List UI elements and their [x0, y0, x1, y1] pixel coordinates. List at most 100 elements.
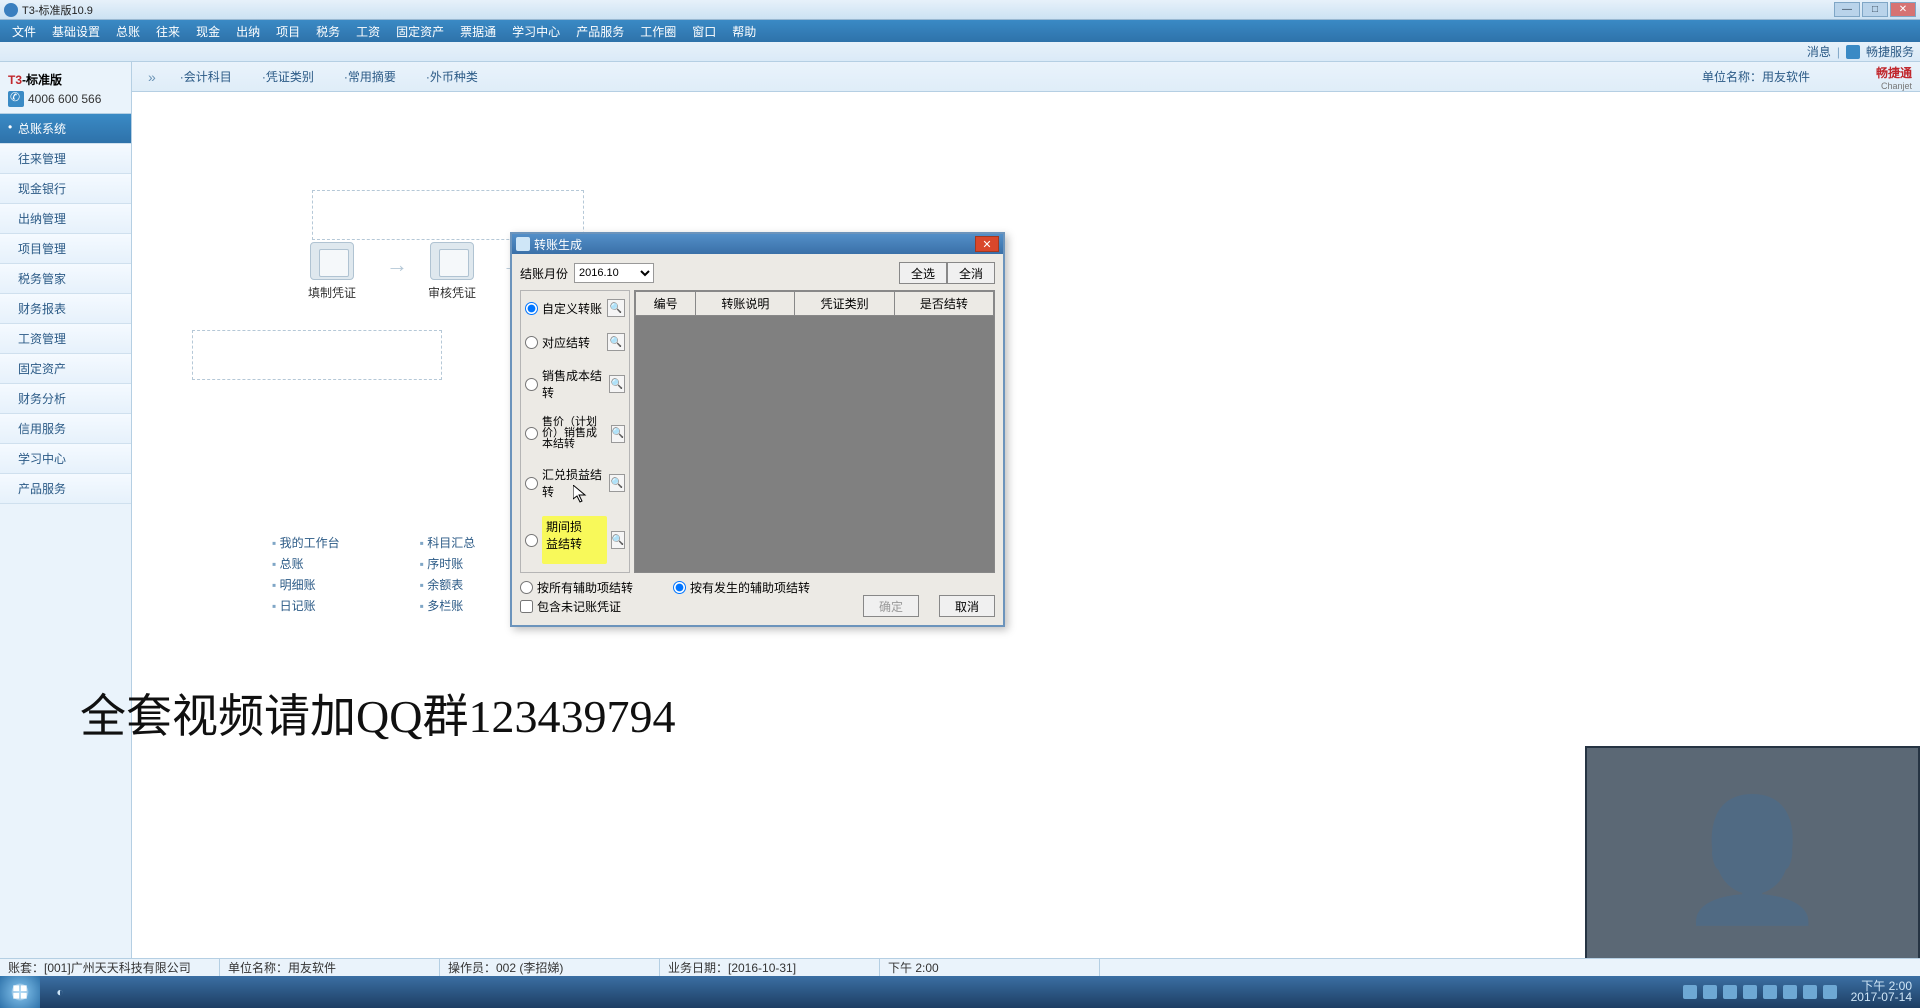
tray-icon[interactable] [1703, 985, 1717, 999]
mode-exchange[interactable]: 汇兑损益结转🔍 [525, 466, 625, 500]
document-icon [310, 242, 354, 280]
menu-fa[interactable]: 固定资产 [390, 21, 450, 42]
search-icon[interactable]: 🔍 [607, 333, 625, 351]
search-icon[interactable]: 🔍 [609, 474, 625, 492]
sidenav-credit[interactable]: 信用服务 [0, 414, 131, 444]
mode-custom[interactable]: 自定义转账🔍 [525, 299, 625, 317]
menu-workgroup[interactable]: 工作圈 [634, 21, 682, 42]
system-tray: 下午 2:002017-07-14 [1683, 981, 1920, 1003]
dialog-title: 转账生成 [534, 236, 582, 253]
cancel-button[interactable]: 取消 [939, 595, 995, 617]
tray-icon[interactable] [1803, 985, 1817, 999]
tabs-expand-icon[interactable]: » [142, 69, 162, 85]
tab-currency[interactable]: ·外币种类 [414, 64, 490, 89]
flow-step-create[interactable]: 填制凭证 [292, 242, 372, 301]
dialog-close-button[interactable]: ✕ [975, 236, 999, 252]
logo: T3-标准版 [8, 68, 123, 89]
sidenav-gl[interactable]: 总账系统 [0, 114, 131, 144]
search-icon[interactable]: 🔍 [607, 299, 625, 317]
tab-summary[interactable]: ·常用摘要 [332, 64, 408, 89]
sidenav-cashier[interactable]: 出纳管理 [0, 204, 131, 234]
taskbar-clock[interactable]: 下午 2:002017-07-14 [1843, 981, 1912, 1003]
opt-occurred-aux[interactable]: 按有发生的辅助项结转 [673, 579, 810, 596]
menu-salary[interactable]: 工资 [350, 21, 386, 42]
sidenav-fa[interactable]: 固定资产 [0, 354, 131, 384]
sidenav-tax[interactable]: 税务管家 [0, 264, 131, 294]
link-balance[interactable]: 余额表 [420, 574, 476, 595]
minimize-button[interactable]: — [1834, 2, 1860, 17]
maximize-button[interactable]: □ [1862, 2, 1888, 17]
select-all-button[interactable]: 全选 [899, 262, 947, 284]
month-label: 结账月份 [520, 265, 568, 282]
webcam-overlay [1585, 746, 1920, 976]
link-summary[interactable]: 科目汇总 [420, 532, 476, 553]
mode-period[interactable]: 期间损益结转🔍 [525, 516, 625, 564]
sidenav-learn[interactable]: 学习中心 [0, 444, 131, 474]
statusbar: 账套：[001]广州天天科技有限公司 单位名称：用友软件 操作员：002 (李招… [0, 958, 1920, 976]
col-id[interactable]: 编号 [636, 292, 696, 316]
tray-icon[interactable] [1723, 985, 1737, 999]
start-button[interactable] [0, 976, 40, 1008]
search-icon[interactable]: 🔍 [611, 531, 625, 549]
month-select[interactable]: 2016.10 [574, 263, 654, 283]
tray-icon[interactable] [1783, 985, 1797, 999]
link-gl[interactable]: 总账 [272, 553, 340, 574]
tray-icon[interactable] [1823, 985, 1837, 999]
tab-vouchertype[interactable]: ·凭证类别 [250, 64, 326, 89]
mode-plancost[interactable]: 售价（计划价）销售成本结转🔍 [525, 417, 625, 450]
tab-subjects[interactable]: ·会计科目 [168, 64, 244, 89]
link-chrono[interactable]: 序时账 [420, 553, 476, 574]
menu-product[interactable]: 产品服务 [570, 21, 630, 42]
link-workbench[interactable]: 我的工作台 [272, 532, 340, 553]
transfer-dialog: 转账生成 ✕ 结账月份 2016.10 全选 全消 自定义转账🔍 对应结转🔍 销… [510, 232, 1005, 627]
menu-window[interactable]: 窗口 [686, 21, 722, 42]
sidenav-ar[interactable]: 往来管理 [0, 144, 131, 174]
tray-icon[interactable] [1743, 985, 1757, 999]
mode-salescost[interactable]: 销售成本结转🔍 [525, 367, 625, 401]
tray-icon[interactable] [1683, 985, 1697, 999]
flow-step-audit[interactable]: 审核凭证 [412, 242, 492, 301]
menu-basic[interactable]: 基础设置 [46, 21, 106, 42]
link-journal[interactable]: 日记账 [272, 595, 340, 616]
taskbar-app[interactable]: ◐ [40, 976, 80, 1008]
magnifier-icon [430, 242, 474, 280]
subbar-msg-link[interactable]: 消息 [1807, 43, 1831, 60]
sidenav-report[interactable]: 财务报表 [0, 294, 131, 324]
col-flag[interactable]: 是否结转 [894, 292, 993, 316]
mode-corresp[interactable]: 对应结转🔍 [525, 333, 625, 351]
sidenav-product[interactable]: 产品服务 [0, 474, 131, 504]
col-type[interactable]: 凭证类别 [795, 292, 894, 316]
col-desc[interactable]: 转账说明 [696, 292, 795, 316]
menu-project[interactable]: 项目 [270, 21, 306, 42]
menu-cash[interactable]: 现金 [190, 21, 226, 42]
tray-icon[interactable] [1763, 985, 1777, 999]
brand-block: T3-标准版 4006 600 566 [0, 62, 131, 114]
menu-help[interactable]: 帮助 [726, 21, 762, 42]
select-none-button[interactable]: 全消 [947, 262, 995, 284]
menu-file[interactable]: 文件 [6, 21, 42, 42]
link-detail[interactable]: 明细账 [272, 574, 340, 595]
search-icon[interactable]: 🔍 [609, 375, 625, 393]
ok-button[interactable]: 确定 [863, 595, 919, 617]
sidenav-salary[interactable]: 工资管理 [0, 324, 131, 354]
menu-gl[interactable]: 总账 [110, 21, 146, 42]
menu-ar[interactable]: 往来 [150, 21, 186, 42]
sidenav-analysis[interactable]: 财务分析 [0, 384, 131, 414]
dialog-titlebar[interactable]: 转账生成 ✕ [512, 234, 1003, 254]
search-icon[interactable]: 🔍 [611, 425, 625, 443]
menu-learn[interactable]: 学习中心 [506, 21, 566, 42]
menu-cashier[interactable]: 出纳 [230, 21, 266, 42]
sidenav-project[interactable]: 项目管理 [0, 234, 131, 264]
chk-unposted[interactable]: 包含未记账凭证 [520, 598, 621, 615]
menu-bill[interactable]: 票据通 [454, 21, 502, 42]
menu-tax[interactable]: 税务 [310, 21, 346, 42]
status-operator: 操作员：002 (李招娣) [440, 959, 660, 976]
subbar-service-link[interactable]: 畅捷服务 [1866, 43, 1914, 60]
sidenav-cash[interactable]: 现金银行 [0, 174, 131, 204]
watermark-text: 全套视频请加QQ群123439794 [80, 680, 675, 746]
menubar: 文件 基础设置 总账 往来 现金 出纳 项目 税务 工资 固定资产 票据通 学习… [0, 20, 1920, 42]
link-multi[interactable]: 多栏账 [420, 595, 476, 616]
status-unit: 单位名称：用友软件 [220, 959, 440, 976]
opt-all-aux[interactable]: 按所有辅助项结转 [520, 579, 633, 596]
close-button[interactable]: ✕ [1890, 2, 1916, 17]
